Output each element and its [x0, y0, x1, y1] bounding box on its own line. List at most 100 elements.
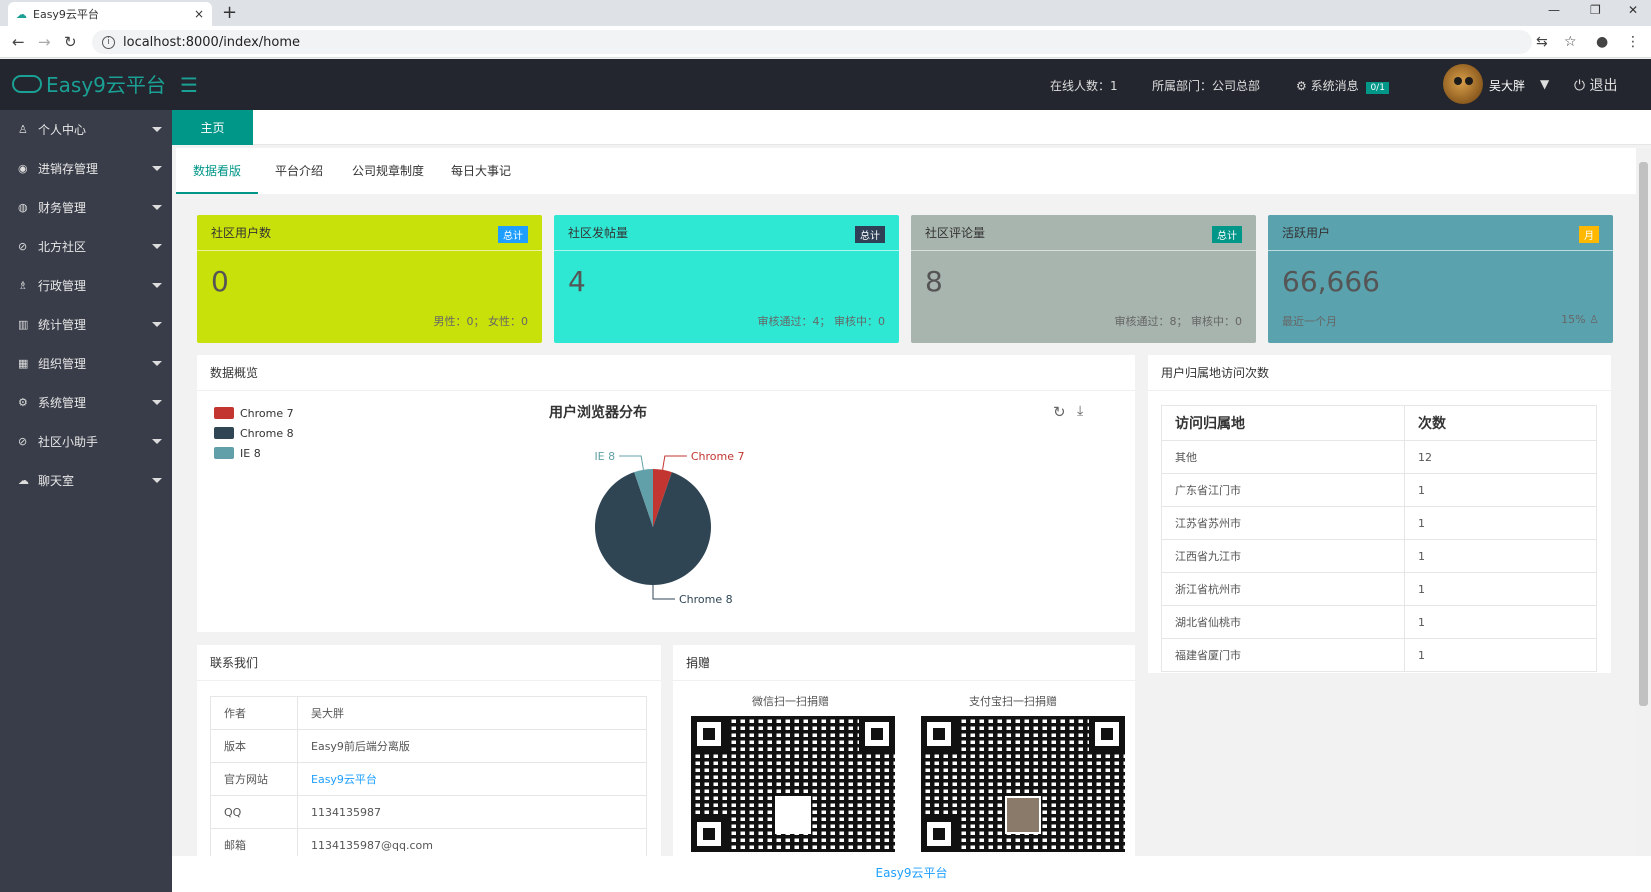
card-posts: 社区发帖量 总计 4 审核通过：4； 审核中：0 [554, 215, 899, 343]
sidebar-item-stats[interactable]: ▥ 统计管理 [0, 305, 172, 344]
sidebar-item-personal[interactable]: ♙ 个人中心 [0, 110, 172, 149]
card-header: 社区评论量 总计 [911, 215, 1256, 251]
wechat-qr-code [691, 716, 895, 852]
sidebar-item-admin[interactable]: ♗ 行政管理 [0, 266, 172, 305]
user-name[interactable]: 吴大胖 [1489, 77, 1525, 94]
logout-button[interactable]: ⏻ 退出 [1574, 75, 1618, 95]
table-cell: 浙江省杭州市 [1161, 572, 1405, 606]
sidebar-item-assistant[interactable]: ⊘ 社区小助手 [0, 422, 172, 461]
restore-icon[interactable]: ❐ [1590, 3, 1601, 17]
table-row: 浙江省杭州市 1 [1161, 572, 1597, 606]
logo[interactable]: Easy9云平台 [12, 69, 166, 98]
menu-toggle-icon[interactable]: ☰ [180, 73, 198, 97]
table-row: 官方网站 Easy9云平台 [210, 762, 647, 796]
visits-panel: 用户归属地访问次数 访问归属地 次数 其他 12 广东省江门市 1 江苏省苏州市 1 … [1148, 355, 1611, 673]
grid-icon: ▦ [18, 357, 29, 370]
tab-company-rules[interactable]: 公司规章制度 [352, 162, 424, 179]
pie-label-line [619, 455, 644, 470]
sidebar-item-finance[interactable]: ◍ 财务管理 [0, 188, 172, 227]
table-cell: 1 [1404, 605, 1597, 639]
card-title: 社区发帖量 [568, 226, 629, 240]
avatar[interactable] [1443, 64, 1483, 104]
sidebar-item-label: 系统管理 [38, 396, 87, 410]
table-row: 江西省九江市 1 [1161, 539, 1597, 573]
table-row: 版本 Easy9前后端分离版 [210, 729, 647, 763]
back-icon[interactable]: ← [12, 33, 25, 51]
website-link[interactable]: Easy9云平台 [311, 773, 377, 786]
url-field[interactable]: i localhost:8000/index/home [92, 30, 1532, 54]
card-active-users: 活跃用户 月 66,666 最近一个月 15% ♙ [1268, 215, 1613, 343]
reload-icon[interactable]: ↻ [64, 33, 77, 51]
url-text: localhost:8000/index/home [123, 34, 300, 50]
table-cell: 吴大胖 [297, 696, 647, 730]
link-icon: ⊘ [18, 435, 28, 448]
sidebar-item-system[interactable]: ⚙ 系统管理 [0, 383, 172, 422]
alipay-qr-code [921, 716, 1125, 852]
overview-panel: 数据概览 Chrome 7 Chrome 8 IE 8 用户浏览器分布 ↻ ⤓ … [197, 355, 1135, 632]
new-tab-icon[interactable]: + [222, 2, 237, 23]
forward-icon[interactable]: → [38, 33, 51, 51]
cloud-logo-icon [12, 74, 42, 93]
browser-tab[interactable]: ☁ Easy9云平台 × [8, 2, 212, 26]
caret-down-icon [152, 478, 162, 483]
card-badge: 总计 [498, 226, 528, 243]
table-cell: QQ [210, 795, 298, 829]
profile-icon[interactable]: ● [1596, 34, 1608, 50]
tab-dashboard[interactable]: 数据看版 [193, 162, 241, 179]
cloud-icon: ☁ [16, 7, 27, 21]
card-header: 社区用户数 总计 [197, 215, 542, 251]
system-message[interactable]: ⚙ 系统消息 0/1 [1296, 77, 1389, 94]
qr-finder [691, 716, 727, 752]
sidebar-item-org[interactable]: ▦ 组织管理 [0, 344, 172, 383]
logo-text: Easy9云平台 [46, 73, 166, 97]
caret-down-icon [152, 205, 162, 210]
chevron-down-icon[interactable]: ▼ [1540, 77, 1549, 91]
card-footer-left: 最近一个月 [1282, 315, 1337, 328]
tab-daily-events[interactable]: 每日大事记 [451, 162, 511, 179]
scrollbar-thumb[interactable] [1639, 162, 1648, 706]
qr-logo [775, 796, 811, 834]
caret-down-icon [152, 127, 162, 132]
translate-icon[interactable]: ⇆ [1536, 34, 1548, 50]
sidebar-item-community[interactable]: ⊘ 北方社区 [0, 227, 172, 266]
browser-tab-title: Easy9云平台 [33, 8, 99, 21]
caret-down-icon [152, 400, 162, 405]
table-cell: 1134135987@qq.com [297, 828, 647, 856]
app-header: Easy9云平台 ☰ 在线人数：1 所属部门：公司总部 ⚙ 系统消息 0/1 吴… [0, 59, 1651, 110]
table-cell: 其他 [1161, 440, 1405, 474]
star-icon[interactable]: ☆ [1564, 34, 1577, 50]
pie-label: Chrome 7 [691, 450, 745, 463]
more-menu-icon[interactable]: ⋮ [1626, 34, 1640, 50]
department: 所属部门：公司总部 [1152, 79, 1261, 93]
table-row: QQ 1134135987 [210, 795, 647, 829]
active-tab-underline [176, 192, 258, 194]
table-row: 湖北省仙桃市 1 [1161, 605, 1597, 639]
scrollbar[interactable] [1636, 148, 1651, 856]
table-cell: 江西省九江市 [1161, 539, 1405, 573]
table-row: 江苏省苏州市 1 [1161, 506, 1597, 540]
table-header: 访问归属地 [1161, 405, 1405, 441]
card-header: 活跃用户 月 [1268, 215, 1613, 251]
tab-home[interactable]: 主页 [172, 110, 253, 145]
table-cell: 1 [1404, 572, 1597, 606]
card-footer: 审核通过：4； 审核中：0 [757, 315, 886, 328]
minimize-icon[interactable]: — [1548, 3, 1560, 17]
user-icon: ♙ [1589, 313, 1599, 326]
coins-icon: ◍ [18, 201, 28, 214]
wechat-label: 微信扫一扫捐赠 [752, 695, 829, 708]
close-tab-icon[interactable]: × [194, 7, 204, 21]
sidebar: ♙ 个人中心 ◉ 进销存管理 ◍ 财务管理 ⊘ 北方社区 ♗ 行政管理 ▥ 统计管理 ▦ 组织… [0, 110, 172, 892]
dashboard-content: 数据看版 平台介绍 公司规章制度 每日大事记 社区用户数 总计 0 男性：0； … [176, 148, 1636, 856]
tab-platform-intro[interactable]: 平台介绍 [275, 162, 323, 179]
close-window-icon[interactable]: ✕ [1628, 3, 1638, 17]
footer-link[interactable]: Easy9云平台 [876, 866, 948, 880]
table-cell: Easy9前后端分离版 [297, 729, 647, 763]
sidebar-item-label: 北方社区 [38, 240, 87, 254]
sidebar-item-inventory[interactable]: ◉ 进销存管理 [0, 149, 172, 188]
qr-finder [691, 816, 727, 852]
card-value: 66,666 [1282, 265, 1380, 298]
sidebar-item-label: 个人中心 [38, 123, 87, 137]
sidebar-item-chat[interactable]: ☁ 聊天室 [0, 461, 172, 500]
sidebar-item-label: 组织管理 [38, 357, 87, 371]
panel-title: 捐赠 [673, 645, 1135, 681]
